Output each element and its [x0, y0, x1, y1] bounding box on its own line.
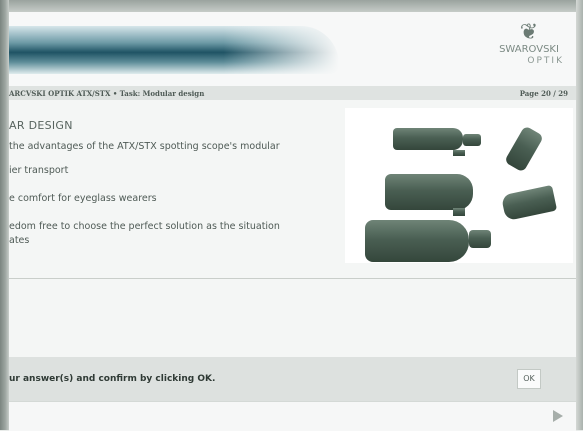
- breadcrumb-bar: ARCVSKI OPTIK ATX/STX • Task: Modular de…: [9, 86, 576, 100]
- scope-foot-1: [453, 150, 465, 156]
- answer-option[interactable]: ier transport: [9, 164, 329, 178]
- swan-logo-icon: ❦: [519, 20, 539, 45]
- scope-eyepiece-1: [463, 134, 481, 146]
- page-number: Page 20 / 29: [519, 89, 568, 98]
- course-page: ❦ SWAROVSKI OPTIK ARCVSKI OPTIK ATX/STX …: [9, 12, 576, 431]
- instruction-text: ur answer(s) and confirm by clicking OK.: [9, 374, 216, 384]
- header-banner: ❦ SWAROVSKI OPTIK: [9, 12, 576, 86]
- ok-button[interactable]: OK: [517, 369, 541, 389]
- angled-eyepiece: [503, 125, 545, 173]
- answer-option[interactable]: edom free to choose the perfect solution…: [9, 220, 329, 248]
- product-image: [345, 108, 573, 263]
- page-title: AR DESIGN: [9, 119, 73, 132]
- header-wave-graphic: [9, 26, 339, 74]
- scope-foot-2: [453, 208, 465, 216]
- navigation-bar: [9, 401, 576, 431]
- straight-eyepiece: [500, 184, 558, 222]
- window-frame-left: [0, 0, 9, 430]
- breadcrumb: ARCVSKI OPTIK ATX/STX • Task: Modular de…: [9, 89, 205, 98]
- scope-module-2: [385, 174, 473, 210]
- instruction-bar: ur answer(s) and confirm by clicking OK.…: [9, 357, 576, 401]
- brand-name: SWAROVSKI: [499, 44, 559, 55]
- window-frame-right: [576, 0, 583, 430]
- brand-subname: OPTIK: [527, 56, 564, 66]
- scope-eyepiece-3: [469, 230, 491, 248]
- scope-module-3: [365, 220, 469, 262]
- content-divider: [9, 278, 576, 279]
- answer-list: the advantages of the ATX/STX spotting s…: [9, 140, 329, 262]
- question-text: the advantages of the ATX/STX spotting s…: [9, 141, 280, 152]
- answer-option[interactable]: e comfort for eyeglass wearers: [9, 192, 329, 206]
- next-arrow-icon[interactable]: [553, 410, 563, 422]
- scope-module-1: [393, 128, 463, 150]
- window-frame-top: [0, 0, 583, 12]
- brand-logo: ❦ SWAROVSKI OPTIK: [494, 22, 564, 67]
